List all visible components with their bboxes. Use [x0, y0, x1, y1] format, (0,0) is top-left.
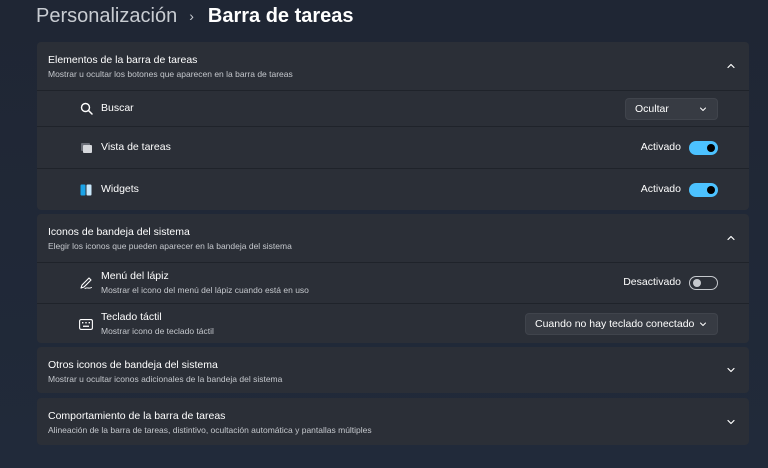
tray-icons-header[interactable]: Iconos de bandeja del sistema Elegir los…: [37, 214, 749, 262]
toggle-knob: [707, 185, 715, 194]
widgets-label: Widgets: [101, 183, 139, 195]
pen-menu-description: Mostrar el icono del menú del lápiz cuan…: [101, 285, 309, 295]
search-row: Buscar Ocultar: [37, 90, 749, 126]
widgets-state: Activado: [640, 182, 681, 195]
taskbar-behavior-header[interactable]: Comportamiento de la barra de tareas Ali…: [37, 398, 749, 445]
other-tray-icons-header[interactable]: Otros iconos de bandeja del sistema Most…: [37, 347, 749, 393]
task-view-state: Activado: [640, 140, 681, 153]
touch-keyboard-label: Teclado táctil: [101, 311, 162, 323]
widgets-icon: [79, 183, 93, 197]
search-dropdown[interactable]: Ocultar: [625, 97, 718, 120]
widgets-toggle[interactable]: [689, 182, 718, 197]
section-title: Iconos de bandeja del sistema: [48, 226, 190, 238]
task-view-row: Vista de tareas Activado: [37, 126, 749, 168]
task-view-icon: [79, 141, 93, 155]
task-view-label: Vista de tareas: [101, 141, 171, 153]
chevron-down-icon: [699, 320, 707, 328]
breadcrumb-separator-icon: ›: [189, 8, 194, 24]
pen-menu-label: Menú del lápiz: [101, 270, 169, 282]
pen-icon: [79, 276, 93, 290]
touch-keyboard-dropdown[interactable]: Cuando no hay teclado conectado: [525, 312, 718, 335]
toggle-knob: [707, 143, 715, 152]
task-view-toggle[interactable]: [689, 140, 718, 155]
tray-icons-section: Iconos de bandeja del sistema Elegir los…: [37, 214, 749, 343]
search-icon: [79, 102, 93, 116]
widgets-row: Widgets Activado: [37, 168, 749, 210]
section-subtitle: Mostrar u ocultar los botones que aparec…: [48, 69, 293, 79]
section-title: Comportamiento de la barra de tareas: [48, 410, 226, 422]
chevron-up-icon[interactable]: [725, 60, 737, 72]
section-subtitle: Alineación de la barra de tareas, distin…: [48, 425, 372, 435]
section-title: Otros iconos de bandeja del sistema: [48, 359, 218, 371]
section-subtitle: Elegir los iconos que pueden aparecer en…: [48, 241, 292, 251]
touch-keyboard-dropdown-value: Cuando no hay teclado conectado: [535, 317, 695, 330]
chevron-down-icon[interactable]: [725, 364, 737, 376]
section-subtitle: Mostrar u ocultar iconos adicionales de …: [48, 374, 283, 384]
taskbar-items-section: Elementos de la barra de tareas Mostrar …: [37, 42, 749, 210]
chevron-up-icon[interactable]: [725, 232, 737, 244]
search-dropdown-value: Ocultar: [635, 102, 669, 115]
other-tray-icons-section[interactable]: Otros iconos de bandeja del sistema Most…: [37, 347, 749, 393]
taskbar-items-header[interactable]: Elementos de la barra de tareas Mostrar …: [37, 42, 749, 90]
toggle-knob: [693, 279, 701, 287]
breadcrumb-parent[interactable]: Personalización: [36, 5, 177, 28]
touch-keyboard-description: Mostrar icono de teclado táctil: [101, 326, 214, 336]
breadcrumb: Personalización › Barra de tareas: [36, 2, 354, 30]
page-title: Barra de tareas: [207, 4, 354, 27]
taskbar-behavior-section[interactable]: Comportamiento de la barra de tareas Ali…: [37, 398, 749, 445]
chevron-down-icon: [699, 105, 707, 113]
section-title: Elementos de la barra de tareas: [48, 54, 198, 66]
touch-keyboard-row: Teclado táctil Mostrar icono de teclado …: [37, 303, 749, 343]
chevron-down-icon[interactable]: [725, 416, 737, 428]
pen-menu-row: Menú del lápiz Mostrar el icono del menú…: [37, 262, 749, 303]
pen-menu-toggle[interactable]: [689, 276, 718, 290]
search-label: Buscar: [101, 102, 134, 114]
pen-menu-state: Desactivado: [623, 276, 681, 288]
keyboard-icon: [79, 317, 93, 331]
